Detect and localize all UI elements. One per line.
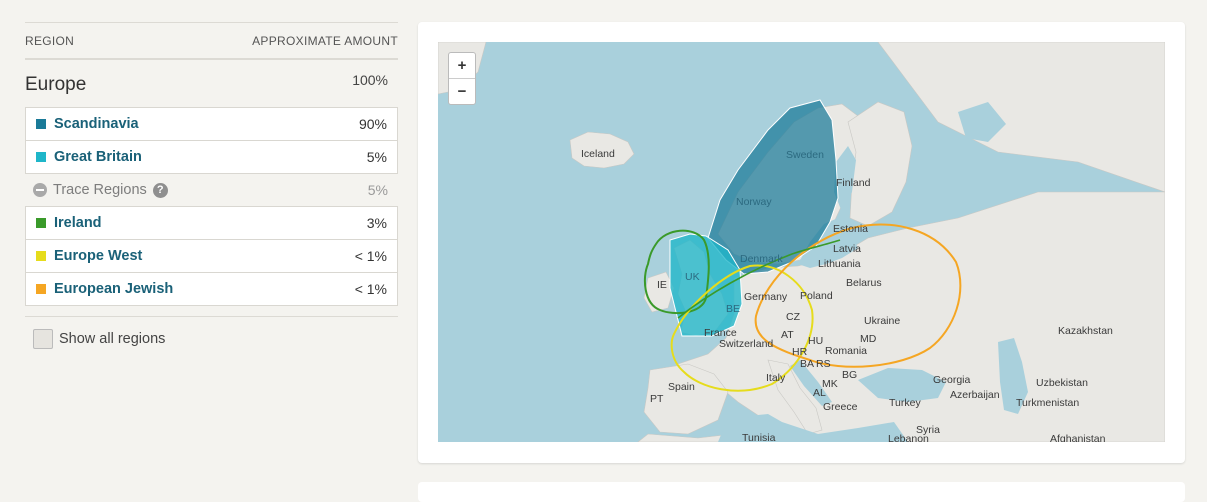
- collapse-icon[interactable]: [33, 183, 47, 197]
- map-label-romania: Romania: [825, 345, 867, 357]
- color-swatch: [36, 152, 46, 162]
- map-label-denmark: Denmark: [740, 253, 783, 265]
- map-label-estonia: Estonia: [833, 223, 868, 235]
- map-label-germany: Germany: [744, 291, 788, 303]
- map-label-poland: Poland: [800, 290, 833, 302]
- trace-regions-label[interactable]: Trace Regions: [53, 182, 147, 198]
- map-label-spain: Spain: [668, 381, 695, 393]
- trace-regions-amount: 5%: [367, 182, 388, 198]
- region-name: Europe: [25, 74, 87, 95]
- table-header: REGION APPROXIMATE AMOUNT: [25, 22, 398, 60]
- map-label-hu: HU: [808, 335, 823, 347]
- map-label-tunisia: Tunisia: [742, 432, 776, 442]
- region-europe: Europe 100%: [25, 60, 398, 108]
- map-label-finland: Finland: [836, 177, 871, 189]
- ethnicity-amount: < 1%: [354, 281, 387, 297]
- ethnicity-table: REGION APPROXIMATE AMOUNT Europe 100% Sc…: [25, 22, 398, 349]
- map-label-azerbaijan: Azerbaijan: [950, 389, 1000, 401]
- region-column-header: REGION: [25, 33, 75, 48]
- color-swatch: [36, 218, 46, 228]
- ethnicity-amount: < 1%: [354, 248, 387, 264]
- map-label-latvia: Latvia: [833, 243, 861, 255]
- color-swatch: [36, 251, 46, 261]
- ethnicity-row-scandinavia[interactable]: Scandinavia 90%: [25, 107, 398, 141]
- map-label-uk: UK: [685, 271, 700, 283]
- map-label-norway: Norway: [736, 196, 772, 208]
- map-label-belarus: Belarus: [846, 277, 882, 289]
- ethnicity-amount: 90%: [358, 116, 387, 132]
- ethnicity-amount: 5%: [366, 149, 387, 165]
- ethnicity-row-europe-west[interactable]: Europe West < 1%: [25, 239, 398, 273]
- lower-card: [418, 482, 1185, 502]
- map-label-ie: IE: [657, 279, 667, 291]
- region-amount: 100%: [352, 72, 388, 88]
- map-label-turkmenistan: Turkmenistan: [1016, 397, 1079, 409]
- ethnicity-row-ireland[interactable]: Ireland 3%: [25, 206, 398, 240]
- map-card: Iceland Sweden Finland Norway Estonia La…: [418, 22, 1185, 463]
- map-label-lithuania: Lithuania: [818, 258, 861, 270]
- map-label-uzbekistan: Uzbekistan: [1036, 377, 1088, 389]
- ethnicity-map[interactable]: Iceland Sweden Finland Norway Estonia La…: [438, 42, 1165, 442]
- map-label-ukraine: Ukraine: [864, 315, 900, 327]
- ethnicity-row-european-jewish[interactable]: European Jewish < 1%: [25, 272, 398, 306]
- ethnicity-name[interactable]: European Jewish: [54, 281, 173, 297]
- map-canvas: Iceland Sweden Finland Norway Estonia La…: [438, 42, 1165, 442]
- map-label-cz: CZ: [786, 311, 801, 323]
- map-label-greece: Greece: [823, 401, 858, 413]
- map-label-be: BE: [726, 303, 740, 315]
- map-label-lebanon: Lebanon: [888, 433, 929, 442]
- ethnicity-name[interactable]: Scandinavia: [54, 116, 139, 132]
- ethnicity-name[interactable]: Great Britain: [54, 149, 142, 165]
- map-label-al: AL: [813, 387, 826, 399]
- help-icon[interactable]: ?: [152, 182, 168, 198]
- ethnicity-name[interactable]: Europe West: [54, 248, 142, 264]
- map-label-iceland: Iceland: [581, 148, 615, 160]
- map-label-georgia: Georgia: [933, 374, 971, 386]
- ethnicity-amount: 3%: [366, 215, 387, 231]
- show-all-regions-toggle[interactable]: Show all regions: [33, 329, 398, 349]
- amount-column-header: APPROXIMATE AMOUNT: [252, 33, 398, 48]
- trace-regions-row[interactable]: Trace Regions ? 5%: [25, 173, 398, 207]
- color-swatch: [36, 284, 46, 294]
- zoom-out-button[interactable]: −: [449, 78, 475, 104]
- checkbox[interactable]: [33, 329, 53, 349]
- divider: [25, 316, 398, 317]
- show-all-regions-label[interactable]: Show all regions: [59, 331, 165, 347]
- map-label-switzerland: Switzerland: [719, 338, 773, 350]
- map-label-sweden: Sweden: [786, 149, 824, 161]
- map-label-pt: PT: [650, 393, 664, 405]
- map-label-italy: Italy: [766, 372, 786, 384]
- map-label-ba: BA: [800, 358, 814, 370]
- map-label-afghanistan: Afghanistan: [1050, 433, 1106, 442]
- map-label-turkey: Turkey: [889, 397, 921, 409]
- zoom-in-button[interactable]: +: [449, 53, 475, 78]
- map-label-md: MD: [860, 333, 877, 345]
- zoom-control: + −: [448, 52, 476, 105]
- ethnicity-name[interactable]: Ireland: [54, 215, 102, 231]
- color-swatch: [36, 119, 46, 129]
- map-label-at: AT: [781, 329, 794, 341]
- map-label-hr: HR: [792, 346, 808, 358]
- map-label-bg: BG: [842, 369, 857, 381]
- map-label-rs: RS: [816, 358, 831, 370]
- map-label-kazakhstan: Kazakhstan: [1058, 325, 1113, 337]
- ethnicity-row-great-britain[interactable]: Great Britain 5%: [25, 140, 398, 174]
